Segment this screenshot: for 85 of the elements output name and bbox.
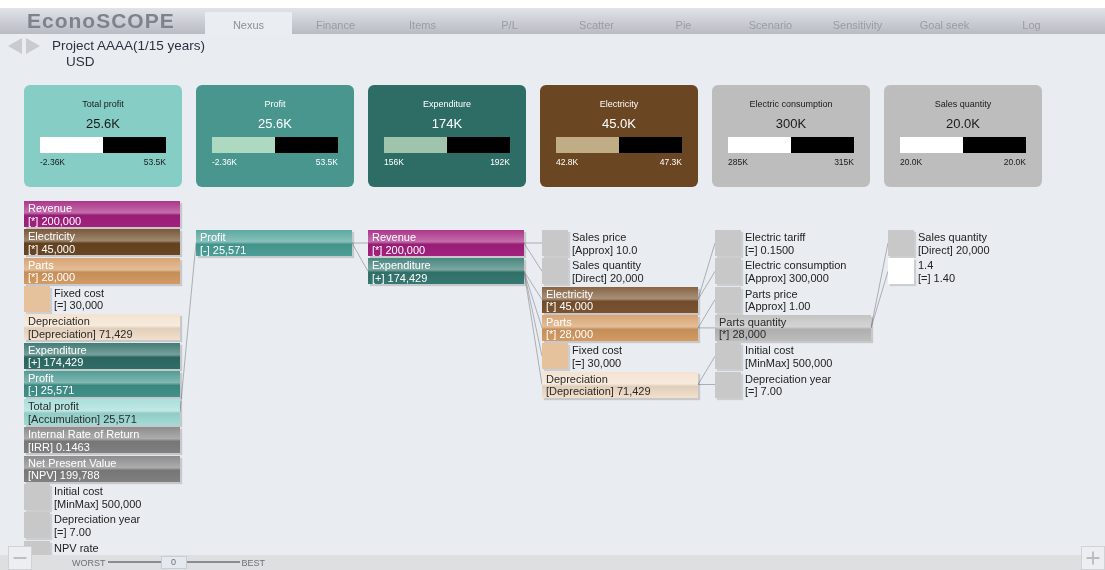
zoom-out-icon[interactable] (8, 546, 32, 570)
card-title: Sales quantity (933, 99, 993, 109)
range-max: 53.5K (315, 157, 338, 167)
range-min: 156K (384, 157, 404, 167)
slider-thumb[interactable]: 0 (160, 556, 187, 569)
card-value: 300K (774, 116, 808, 131)
summary-card[interactable]: Expenditure 174K 156K 192K (368, 85, 526, 187)
scenario-slider[interactable]: 0 (107, 556, 240, 569)
currency-label: USD (65, 54, 96, 69)
node-box[interactable]: Parts quantity [*] 28,000 (715, 314, 871, 341)
node-label: Fixed cost [=] 30,000 (54, 285, 105, 312)
range-min: -2.36K (212, 157, 238, 167)
forward-arrow-icon[interactable] (26, 38, 40, 54)
node-box[interactable]: Electricity [*] 45,000 (24, 229, 180, 256)
app-logo: EconoSCOPE (26, 8, 176, 34)
node-box[interactable]: Depreciation [Depreciation] 71,429 (24, 314, 180, 341)
node-swatch[interactable] (715, 230, 741, 256)
summary-card[interactable]: Electricity 45.0K 42.8K 47.3K (540, 85, 698, 187)
node-swatch[interactable] (888, 230, 914, 256)
node-swatch[interactable] (542, 230, 568, 256)
node-box[interactable]: Expenditure [+] 174,429 (368, 258, 524, 285)
node-label: Electric consumption [Approx] 300,000 (745, 258, 847, 285)
summary-card[interactable]: Sales quantity 20.0K 20.0K 20.0K (884, 85, 1042, 187)
node-swatch[interactable] (715, 343, 741, 370)
tab[interactable]: Nexus (205, 12, 292, 34)
range-max: 47.3K (659, 157, 682, 167)
worst-label: WORST (72, 557, 106, 568)
node-swatch[interactable] (24, 512, 50, 539)
summary-card[interactable]: Electric consumption 300K 285K 315K (712, 85, 870, 187)
node-swatch[interactable] (24, 285, 50, 312)
node-label: Sales quantity [Direct] 20,000 (918, 230, 990, 256)
card-value: 20.0K (945, 116, 981, 131)
card-title: Electricity (598, 99, 640, 109)
range-max: 192K (490, 157, 510, 167)
node-box[interactable]: Parts [*] 28,000 (542, 314, 698, 341)
node-swatch[interactable] (715, 286, 741, 313)
zoom-in-icon[interactable] (1081, 546, 1105, 570)
card-title: Expenditure (421, 99, 472, 109)
back-arrow-icon[interactable] (8, 38, 22, 54)
node-box[interactable]: Revenue [*] 200,000 (24, 201, 180, 227)
node-swatch[interactable] (888, 258, 914, 285)
node-swatch[interactable] (24, 484, 50, 510)
node-box[interactable]: Profit [-] 25,571 (24, 370, 180, 397)
node-label: 1.4 [=] 1.40 (918, 258, 955, 285)
node-label: Fixed cost [=] 30,000 (572, 343, 623, 370)
card-title: Profit (263, 99, 287, 109)
summary-card[interactable]: Profit 25.6K -2.36K 53.5K (196, 85, 354, 187)
node-swatch[interactable] (715, 371, 741, 398)
node-box[interactable]: Internal Rate of Return [IRR] 0.1463 (24, 427, 180, 454)
card-title: Electric consumption (748, 99, 834, 109)
best-label: BEST (241, 557, 265, 568)
node-box[interactable]: Revenue [*] 200,000 (368, 230, 524, 256)
range-min: 20.0K (900, 157, 923, 167)
node-label: Depreciation year [=] 7.00 (745, 371, 832, 398)
summary-card[interactable]: Total profit 25.6K -2.36K 53.5K (24, 85, 182, 187)
node-label: Sales quantity [Direct] 20,000 (572, 258, 644, 285)
node-box[interactable]: Parts [*] 28,000 (24, 257, 180, 284)
node-label: Electric tariff [=] 0.1500 (745, 230, 806, 256)
card-value: 45.0K (601, 116, 637, 131)
node-swatch[interactable] (542, 258, 568, 285)
node-swatch[interactable] (542, 343, 568, 370)
node-box[interactable]: Electricity [*] 45,000 (542, 286, 698, 313)
node-label: Parts price [Approx] 1.00 (745, 286, 811, 313)
node-box[interactable]: Profit [-] 25,571 (196, 230, 352, 256)
range-max: 20.0K (1003, 157, 1026, 167)
node-label: NPV rate (54, 540, 99, 555)
card-value: 25.6K (85, 116, 121, 131)
project-title: Project AAAA(1/15 years) (52, 38, 206, 53)
card-value: 25.6K (257, 116, 293, 131)
node-swatch[interactable] (715, 258, 741, 285)
range-min: 285K (728, 157, 748, 167)
node-label: Sales price [Approx] 10.0 (572, 230, 638, 256)
node-box[interactable]: Depreciation [Depreciation] 71,429 (542, 371, 698, 398)
range-max: 315K (834, 157, 854, 167)
range-min: -2.36K (40, 157, 66, 167)
node-box[interactable]: Expenditure [+] 174,429 (24, 342, 180, 369)
card-title: Total profit (81, 99, 125, 109)
node-box[interactable]: Net Present Value [NPV] 199,788 (24, 455, 180, 482)
range-max: 53.5K (143, 157, 166, 167)
node-label: Initial cost [MinMax] 500,000 (745, 343, 833, 370)
range-min: 42.8K (556, 157, 579, 167)
node-label: Depreciation year [=] 7.00 (54, 512, 141, 539)
card-value: 174K (430, 116, 464, 131)
node-box[interactable]: Total profit [Accumulation] 25,571 (24, 399, 180, 426)
node-label: Initial cost [MinMax] 500,000 (54, 484, 142, 510)
